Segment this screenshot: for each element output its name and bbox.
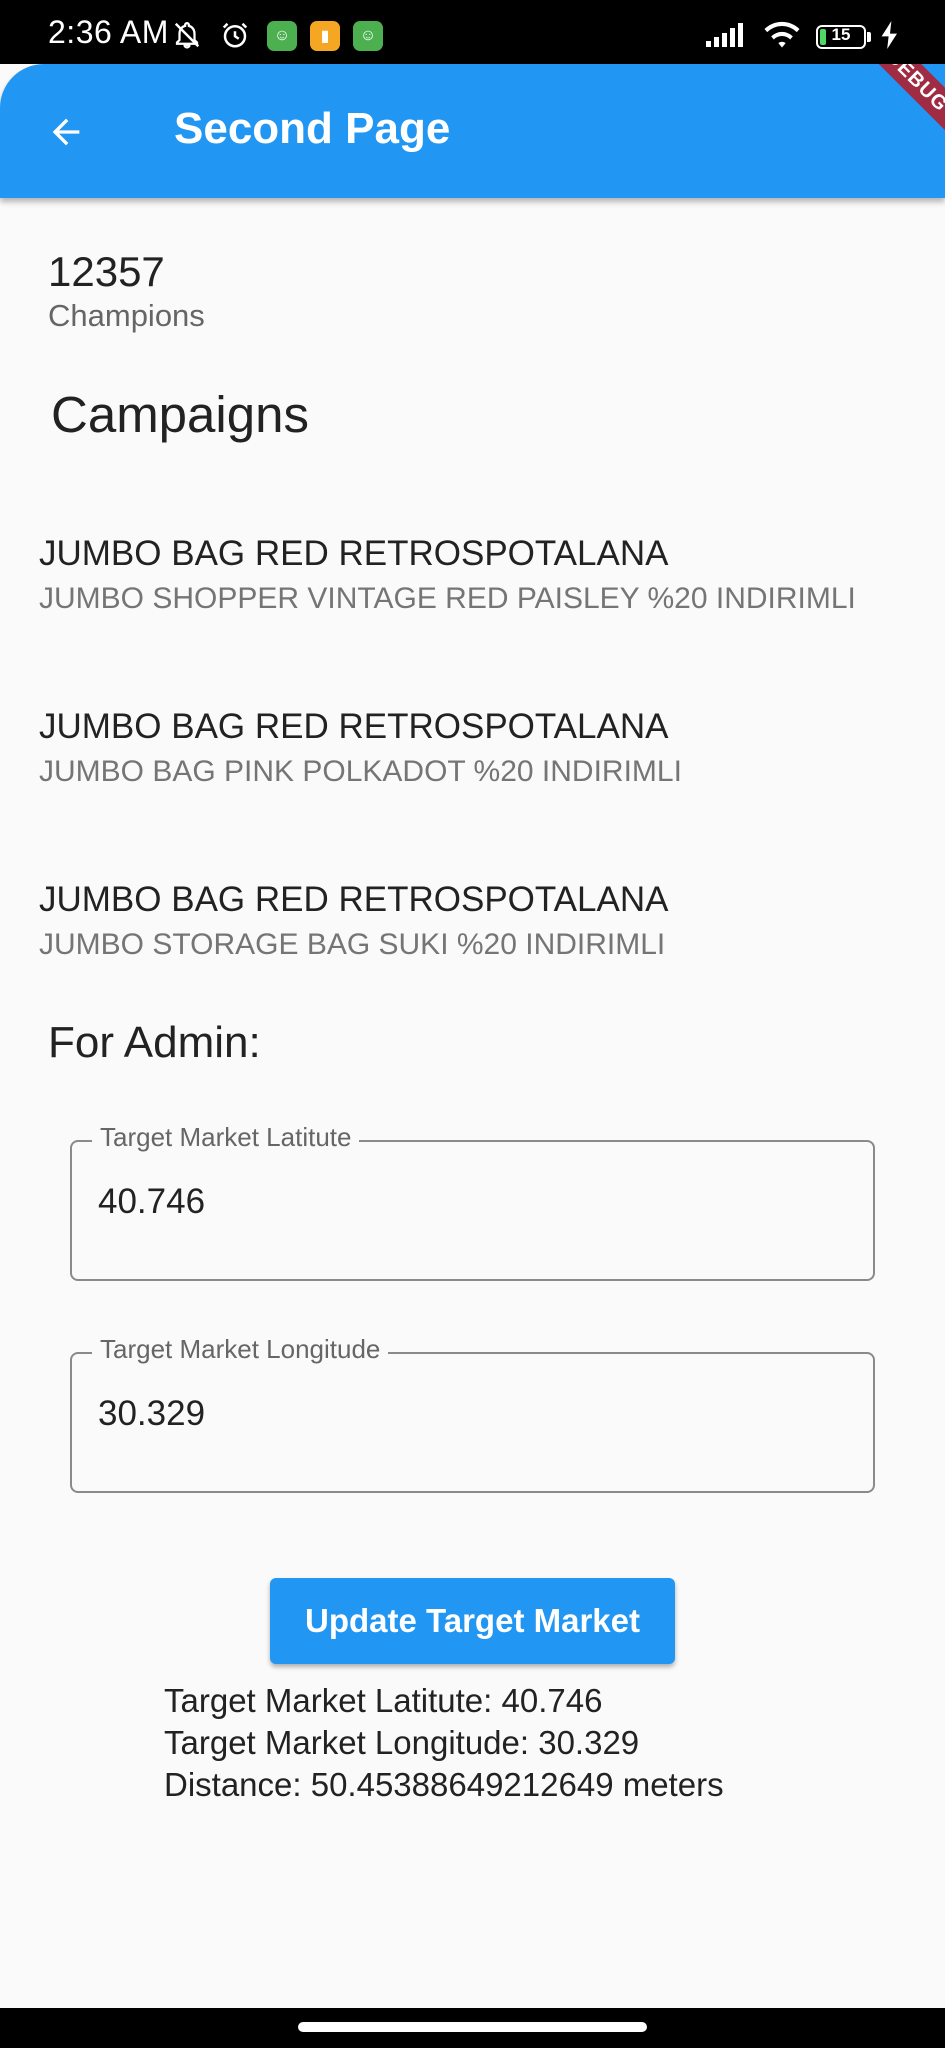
result-latitude: Target Market Latitute: 40.746 (164, 1682, 603, 1719)
longitude-field-label: Target Market Longitude (92, 1334, 389, 1365)
app-notification-icon: ☺ (267, 21, 297, 51)
alarm-icon (220, 20, 250, 50)
campaign-list-item[interactable]: JUMBO BAG RED RETROSPOTALANA JUMBO STORA… (39, 878, 919, 968)
screen: 2:36 AM ☺ ▮ ☺ 15 Second Page DEBUG 12357… (0, 0, 945, 2048)
battery-icon: 15 (816, 25, 866, 49)
status-bar: 2:36 AM ☺ ▮ ☺ 15 (0, 0, 945, 64)
longitude-input[interactable] (98, 1394, 838, 1434)
campaign-subtitle: JUMBO STORAGE BAG SUKI %20 INDIRIMLI (39, 928, 666, 961)
update-target-market-button[interactable]: Update Target Market (270, 1578, 675, 1664)
campaign-title: JUMBO BAG RED RETROSPOTALANA (39, 880, 669, 919)
campaign-title: JUMBO BAG RED RETROSPOTALANA (39, 707, 669, 746)
debug-banner: DEBUG (849, 64, 945, 149)
battery-tip (867, 32, 871, 42)
result-longitude: Target Market Longitude: 30.329 (164, 1724, 640, 1761)
battery-level: 15 (831, 25, 851, 44)
longitude-field: Target Market Longitude (70, 1334, 875, 1493)
latitude-field-label: Target Market Latitute (92, 1122, 360, 1153)
result-distance: Distance: 50.45388649212649 meters (164, 1766, 724, 1803)
status-time: 2:36 AM (48, 14, 169, 50)
charging-icon (878, 20, 902, 50)
page-title: Second Page (174, 104, 451, 153)
arrow-back-icon (52, 118, 80, 146)
campaign-subtitle: JUMBO SHOPPER VINTAGE RED PAISLEY %20 IN… (39, 582, 856, 615)
home-indicator[interactable] (298, 2022, 647, 2032)
latitude-input[interactable] (98, 1182, 838, 1222)
champions-label: Champions (48, 298, 205, 333)
champions-count: 12357 (48, 248, 165, 295)
campaign-list-item[interactable]: JUMBO BAG RED RETROSPOTALANA JUMBO BAG P… (39, 705, 919, 795)
notifications-off-icon (172, 20, 202, 50)
back-button[interactable] (32, 98, 100, 166)
signal-icon (704, 20, 748, 50)
campaign-title: JUMBO BAG RED RETROSPOTALANA (39, 534, 669, 573)
campaigns-heading: Campaigns (51, 386, 309, 443)
app-bar: Second Page DEBUG (0, 64, 945, 198)
navigation-bar (0, 2008, 945, 2048)
admin-heading: For Admin: (48, 1018, 261, 1067)
app-notification-icon: ▮ (310, 21, 340, 51)
campaign-subtitle: JUMBO BAG PINK POLKADOT %20 INDIRIMLI (39, 755, 682, 788)
campaign-list-item[interactable]: JUMBO BAG RED RETROSPOTALANA JUMBO SHOPP… (39, 532, 919, 622)
result-block: Target Market Latitute: 40.746 Target Ma… (164, 1680, 724, 1806)
wifi-icon (760, 20, 804, 50)
app-notification-icon: ☺ (353, 21, 383, 51)
latitude-field: Target Market Latitute (70, 1122, 875, 1281)
